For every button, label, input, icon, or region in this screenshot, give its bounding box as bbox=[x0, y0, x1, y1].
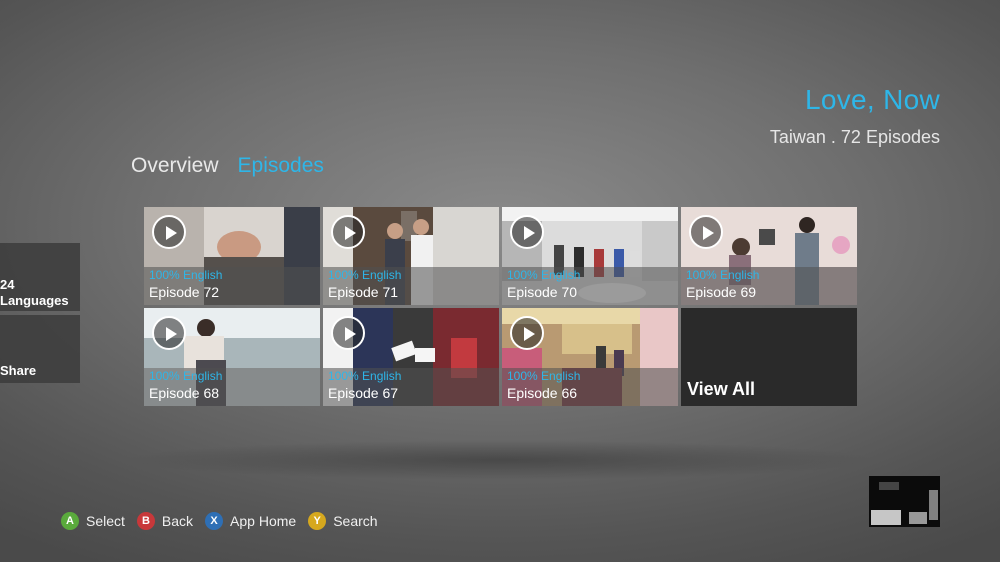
language-label: 100% English bbox=[149, 268, 223, 282]
language-label: 100% English bbox=[328, 369, 402, 383]
episode-tile-67[interactable]: 100% English Episode 67 bbox=[323, 308, 499, 406]
share-tile-label: Share bbox=[0, 363, 37, 378]
language-label: 100% English bbox=[507, 369, 581, 383]
control-app-home[interactable]: X App Home bbox=[205, 512, 296, 530]
tab-bar: Overview Episodes bbox=[131, 154, 324, 178]
show-meta: Taiwan . 72 Episodes bbox=[769, 127, 940, 147]
language-label: 100% English bbox=[149, 369, 223, 383]
episode-title: Episode 66 bbox=[507, 385, 578, 401]
control-back[interactable]: B Back bbox=[136, 512, 194, 530]
language-label: 100% English bbox=[507, 268, 581, 282]
language-label: 100% English bbox=[686, 268, 760, 282]
play-icon bbox=[152, 316, 186, 350]
play-icon bbox=[510, 316, 544, 350]
view-all-tile[interactable]: View All bbox=[681, 308, 857, 406]
share-tile[interactable]: Share bbox=[0, 315, 80, 383]
control-label: App Home bbox=[230, 513, 297, 529]
episode-tile-71[interactable]: 100% English Episode 71 bbox=[323, 207, 499, 305]
tab-episodes[interactable]: Episodes bbox=[238, 154, 324, 178]
b-button-icon: B bbox=[136, 512, 155, 530]
play-icon bbox=[689, 215, 723, 249]
control-select[interactable]: A Select bbox=[61, 512, 125, 530]
languages-tile[interactable]: 24 Languages bbox=[0, 243, 80, 311]
play-icon bbox=[331, 316, 365, 350]
view-all-label: View All bbox=[687, 379, 756, 399]
episode-title: Episode 67 bbox=[328, 385, 399, 401]
episode-tile-69[interactable]: 100% English Episode 69 bbox=[681, 207, 857, 305]
episode-title: Episode 69 bbox=[686, 284, 757, 300]
episode-title: Episode 68 bbox=[149, 385, 220, 401]
camera-preview bbox=[869, 476, 940, 527]
floor-shadow bbox=[120, 440, 880, 480]
show-title: Love, Now bbox=[805, 84, 940, 115]
episode-tile-66[interactable]: 100% English Episode 66 bbox=[502, 308, 678, 406]
control-search[interactable]: Y Search bbox=[308, 512, 378, 530]
episode-tile-68[interactable]: 100% English Episode 68 bbox=[144, 308, 320, 406]
controller-hints: A Select B Back X App Home Y Search bbox=[61, 512, 390, 530]
y-button-icon: Y bbox=[308, 512, 327, 530]
tab-overview[interactable]: Overview bbox=[131, 154, 219, 178]
camera-feed-icon bbox=[869, 476, 940, 527]
languages-word: Languages bbox=[0, 293, 69, 308]
language-label: 100% English bbox=[328, 268, 402, 282]
control-label: Select bbox=[86, 513, 125, 529]
play-icon bbox=[152, 215, 186, 249]
episode-tile-72[interactable]: 100% English Episode 72 bbox=[144, 207, 320, 305]
episode-title: Episode 70 bbox=[507, 284, 578, 300]
play-icon bbox=[510, 215, 544, 249]
play-icon bbox=[331, 215, 365, 249]
episode-tile-70[interactable]: 100% English Episode 70 bbox=[502, 207, 678, 305]
languages-tile-label: 24 Languages bbox=[0, 277, 69, 309]
languages-count: 24 bbox=[0, 277, 15, 292]
control-label: Search bbox=[333, 513, 378, 529]
episode-title: Episode 71 bbox=[328, 284, 399, 300]
x-button-icon: X bbox=[205, 512, 224, 530]
episode-title: Episode 72 bbox=[149, 284, 220, 300]
control-label: Back bbox=[161, 513, 194, 529]
a-button-icon: A bbox=[61, 512, 79, 530]
